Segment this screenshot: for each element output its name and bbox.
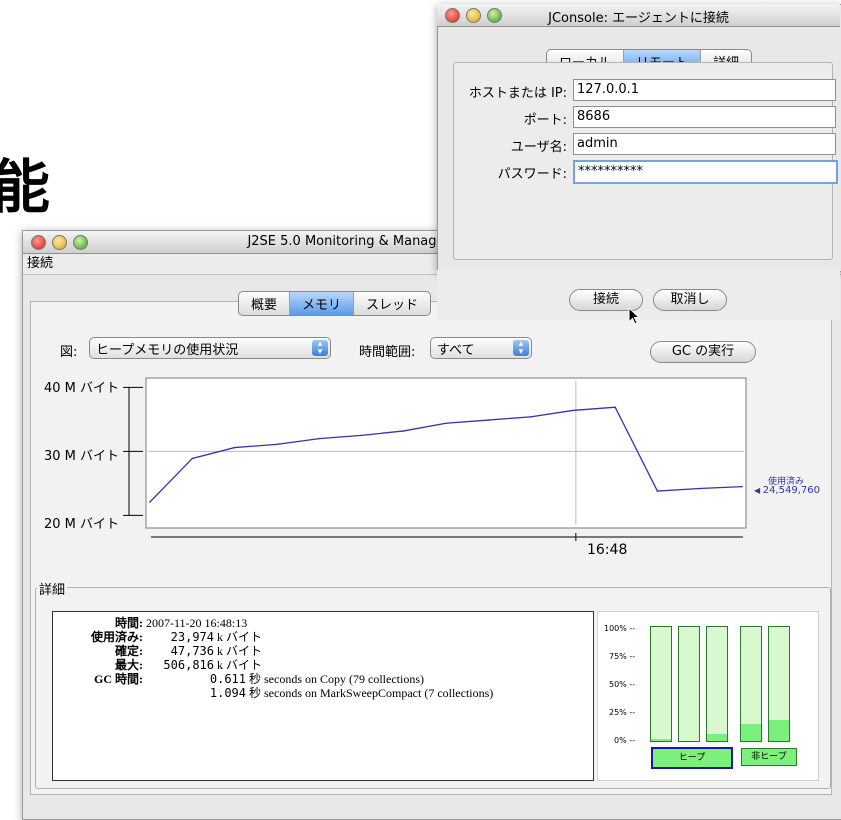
series-point — [149, 501, 151, 503]
time-range-value: すべて — [437, 343, 475, 358]
detail-gc2-text: seconds on MarkSweepCompact (7 collectio… — [264, 686, 494, 700]
connect-dialog: JConsole: エージェントに接続 ローカル リモート 詳細 ホストまたは … — [437, 4, 841, 326]
nonheap-bars-group — [740, 626, 800, 742]
bar-tick-label: 75% -- — [609, 652, 636, 661]
password-field[interactable]: ********** — [573, 160, 838, 184]
series-point — [233, 446, 236, 449]
port-field[interactable]: 8686 — [573, 106, 836, 128]
heap-pool-bar — [706, 626, 728, 742]
nonheap-pool-bar-fill — [741, 723, 761, 741]
background-heading-glyph: 能 — [0, 153, 51, 221]
select-stepper-icon: ▴ ▾ — [513, 340, 529, 357]
host-field[interactable]: 127.0.0.1 — [573, 79, 836, 101]
heap-pool-bar-fill — [651, 738, 671, 741]
memory-pool-bars-panel: 100% -- 75% -- 50% -- 25% -- 0% -- ヒープ 非… — [597, 611, 819, 781]
series-point — [360, 434, 363, 437]
time-range-select[interactable]: すべて ▴ ▾ — [430, 337, 532, 359]
heap-pool-bar — [678, 626, 700, 742]
series-point — [318, 437, 320, 440]
x-tick-label: 16:48 — [587, 542, 628, 558]
chart-plot-area — [145, 377, 747, 529]
bar-tick-label: 50% -- — [609, 680, 636, 689]
series-point — [741, 485, 743, 488]
series-point — [656, 490, 659, 492]
heap-bars-group — [650, 626, 740, 742]
connect-dialog-titlebar: JConsole: エージェントに接続 — [437, 4, 840, 27]
close-window-button[interactable] — [31, 235, 46, 250]
heap-memory-chart — [123, 377, 747, 541]
username-label: ユーザ名: — [510, 140, 567, 155]
series-point — [276, 443, 278, 446]
series-point — [572, 409, 574, 412]
chart-type-select[interactable]: ヒープメモリの使用状況 ▴ ▾ — [89, 337, 331, 359]
perform-gc-button[interactable]: GC の実行 — [650, 341, 756, 363]
select-stepper-icon: ▴ ▾ — [312, 340, 328, 357]
tab-memory[interactable]: メモリ — [290, 292, 355, 315]
details-title: 詳細 — [37, 579, 68, 598]
series-last-value-label: ◀ 24,549,760 — [754, 485, 820, 496]
details-text-area: 時間: 2007-11-20 16:48:13 使用済み: 23,974 k バ… — [52, 611, 594, 781]
username-field[interactable]: admin — [573, 133, 836, 155]
nonheap-pool-bar-fill — [769, 720, 789, 741]
bar-tick-label: 0% -- — [614, 736, 636, 745]
series-point — [487, 419, 490, 421]
nonheap-pool-bar — [740, 626, 762, 742]
time-range-label: 時間範囲: — [359, 345, 416, 360]
chart-select-label: 図: — [60, 345, 78, 360]
series-point — [445, 422, 447, 425]
password-label: パスワード: — [497, 167, 567, 182]
bar-tick-label: 25% -- — [609, 708, 636, 717]
connect-dialog-title: JConsole: エージェントに接続 — [548, 11, 729, 26]
detail-gc2-unit: 秒 — [249, 686, 262, 700]
cancel-button[interactable]: 取消し — [653, 289, 727, 311]
series-point — [698, 487, 701, 490]
port-label: ポート: — [523, 113, 567, 128]
series-point — [529, 416, 532, 418]
series-point — [614, 406, 616, 409]
nonheap-bar-button[interactable]: 非ヒープ — [741, 748, 797, 766]
last-value-marker-icon: ◀ — [754, 486, 763, 495]
tab-threads[interactable]: スレッド — [354, 292, 430, 315]
last-value-text: 24,549,760 — [762, 485, 820, 496]
heap-bar-button[interactable]: ヒープ — [651, 747, 733, 769]
minimize-window-button[interactable] — [52, 235, 67, 250]
host-label: ホストまたは IP: — [468, 86, 567, 101]
detail-gc2-row: 1.094 秒 seconds on MarkSweepCompact (7 c… — [57, 684, 493, 701]
series-point — [191, 457, 194, 460]
detail-gc2-value: 1.094 — [209, 686, 246, 700]
menu-connection[interactable]: 接続 — [27, 256, 53, 271]
heap-pool-bar-fill — [707, 734, 727, 741]
chart-type-value: ヒープメモリの使用状況 — [96, 343, 239, 358]
series-point — [402, 430, 405, 432]
zoom-window-button[interactable] — [73, 235, 88, 250]
main-tab-bar: 概要 メモリ スレッド — [238, 291, 432, 316]
heap-pool-bar — [650, 626, 672, 742]
nonheap-pool-bar — [768, 626, 790, 742]
bar-tick-label: 100% -- — [604, 624, 636, 633]
tab-overview[interactable]: 概要 — [239, 292, 291, 315]
mouse-pointer-icon — [628, 307, 641, 325]
